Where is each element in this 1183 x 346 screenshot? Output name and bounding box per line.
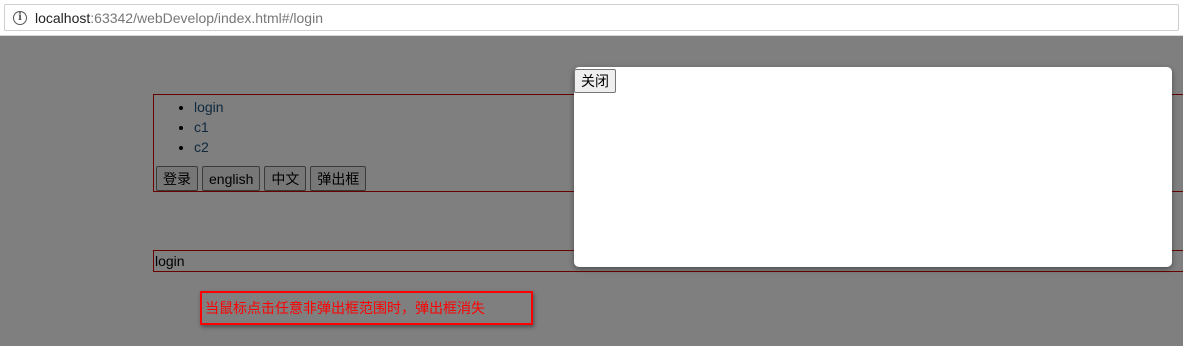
popup-modal: 关闭 <box>574 67 1172 267</box>
url-path: :63342/webDevelop/index.html#/login <box>90 9 323 26</box>
annotation-note: 当鼠标点击任意非弹出框范围时，弹出框消失 <box>200 291 533 325</box>
close-button[interactable]: 关闭 <box>574 69 616 93</box>
url-host: localhost <box>35 9 91 26</box>
info-icon[interactable]: i <box>13 10 27 25</box>
url-field[interactable]: i localhost:63342/webDevelop/index.html#… <box>4 4 1179 31</box>
page-viewport: login c1 c2 登录 english 中文 弹出框 login 关闭 当… <box>0 36 1183 346</box>
browser-address-bar: i localhost:63342/webDevelop/index.html#… <box>0 0 1183 36</box>
